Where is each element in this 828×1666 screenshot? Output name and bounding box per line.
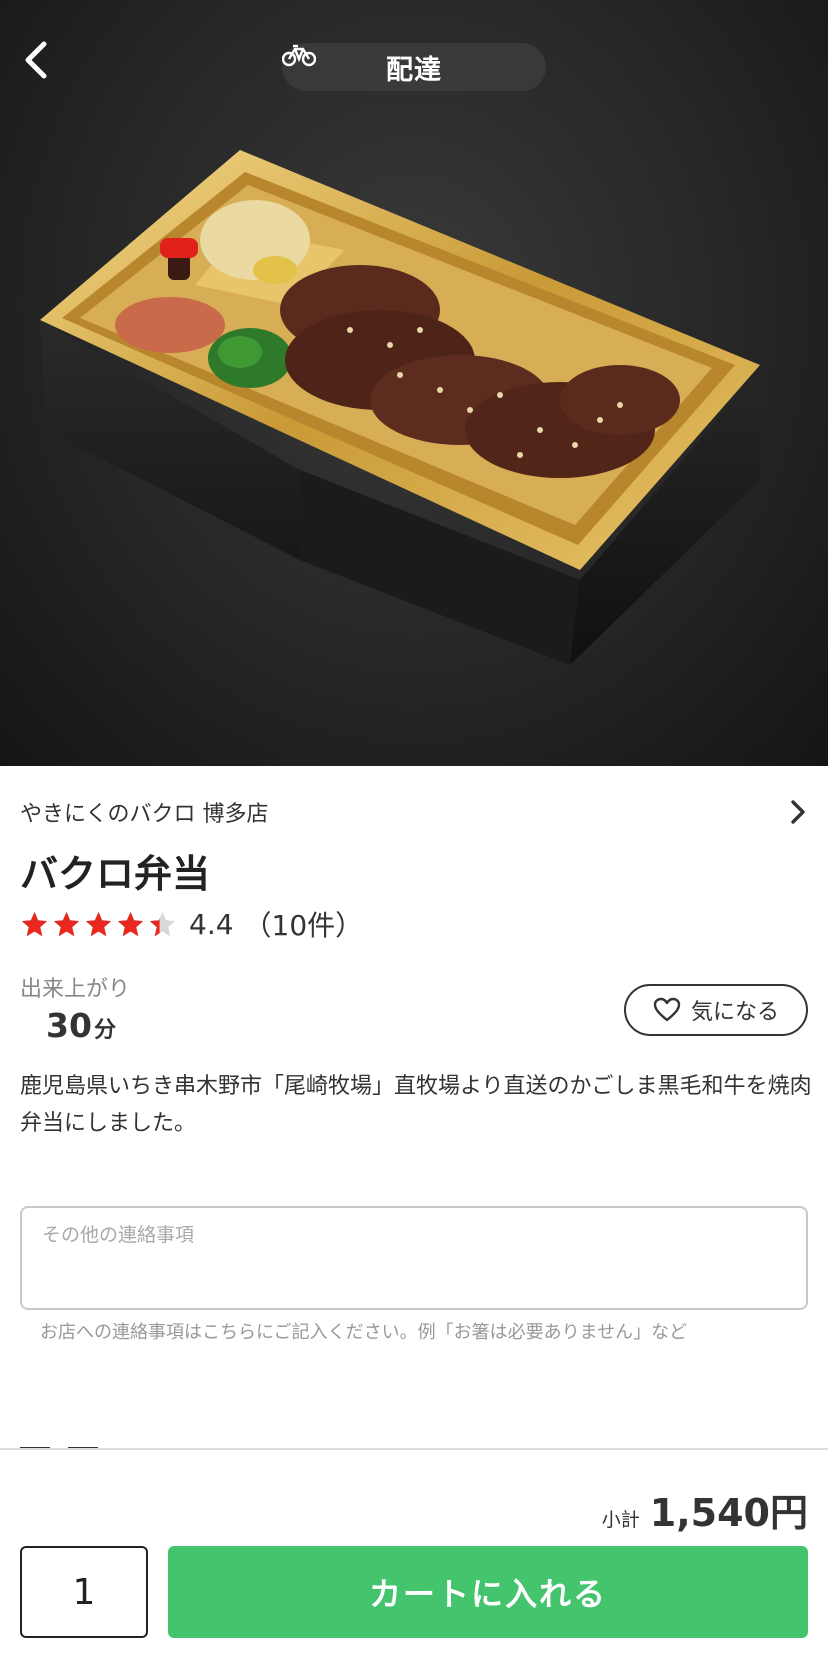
cart-bar: 小計 1,540円 1 カートに入れる — [0, 1448, 828, 1666]
bicycle-icon — [282, 44, 316, 67]
star-icon — [53, 911, 80, 936]
subtotal-value: 1,540円 — [649, 1491, 808, 1535]
rating-stars — [20, 910, 177, 939]
note-placeholder: その他の連絡事項 — [42, 1224, 195, 1246]
subtotal: 小計 1,540円 — [602, 1482, 808, 1537]
delivery-mode-pill[interactable]: 配達 — [282, 43, 546, 91]
bento-photo — [40, 150, 760, 665]
ready-time-value: 30 — [46, 1006, 92, 1045]
note-hint: お店への連絡事項はこちらにご記入ください。例「お箸は必要ありません」など — [40, 1322, 688, 1343]
store-name: やきにくのバクロ 博多店 — [20, 802, 269, 827]
quantity-selector[interactable]: 1 — [20, 1546, 148, 1638]
add-to-cart-button[interactable]: カートに入れる — [168, 1546, 808, 1638]
ready-time: 30 分 — [46, 1006, 116, 1045]
product-title: バクロ弁当 — [20, 852, 211, 896]
star-icon — [85, 911, 112, 936]
rating-value: 4.4 — [189, 907, 234, 941]
rating: 4.4 （10件） — [20, 905, 363, 943]
heart-icon — [653, 997, 681, 1022]
rating-count: （10件） — [243, 909, 364, 942]
favorite-button[interactable]: 気になる — [624, 984, 808, 1036]
ready-time-label: 出来上がり — [20, 977, 131, 1002]
product-image: 配達 — [0, 0, 828, 766]
star-icon — [21, 911, 48, 936]
delivery-mode-label: 配達 — [386, 54, 442, 86]
ready-time-unit: 分 — [93, 1018, 116, 1043]
product-description: 鹿児島県いちき串木野市「尾崎牧場」直牧場より直送のかごしま黒毛和牛を焼肉弁当にし… — [20, 1074, 812, 1136]
subtotal-label: 小計 — [601, 1509, 640, 1531]
back-button[interactable] — [22, 40, 66, 90]
chevron-left-icon — [25, 41, 47, 79]
star-icon — [149, 911, 176, 936]
chevron-right-icon — [791, 800, 805, 824]
favorite-label: 気になる — [690, 1000, 779, 1025]
star-icon — [117, 911, 144, 936]
store-link[interactable]: やきにくのバクロ 博多店 — [20, 795, 808, 829]
note-input[interactable]: その他の連絡事項 — [20, 1206, 808, 1310]
